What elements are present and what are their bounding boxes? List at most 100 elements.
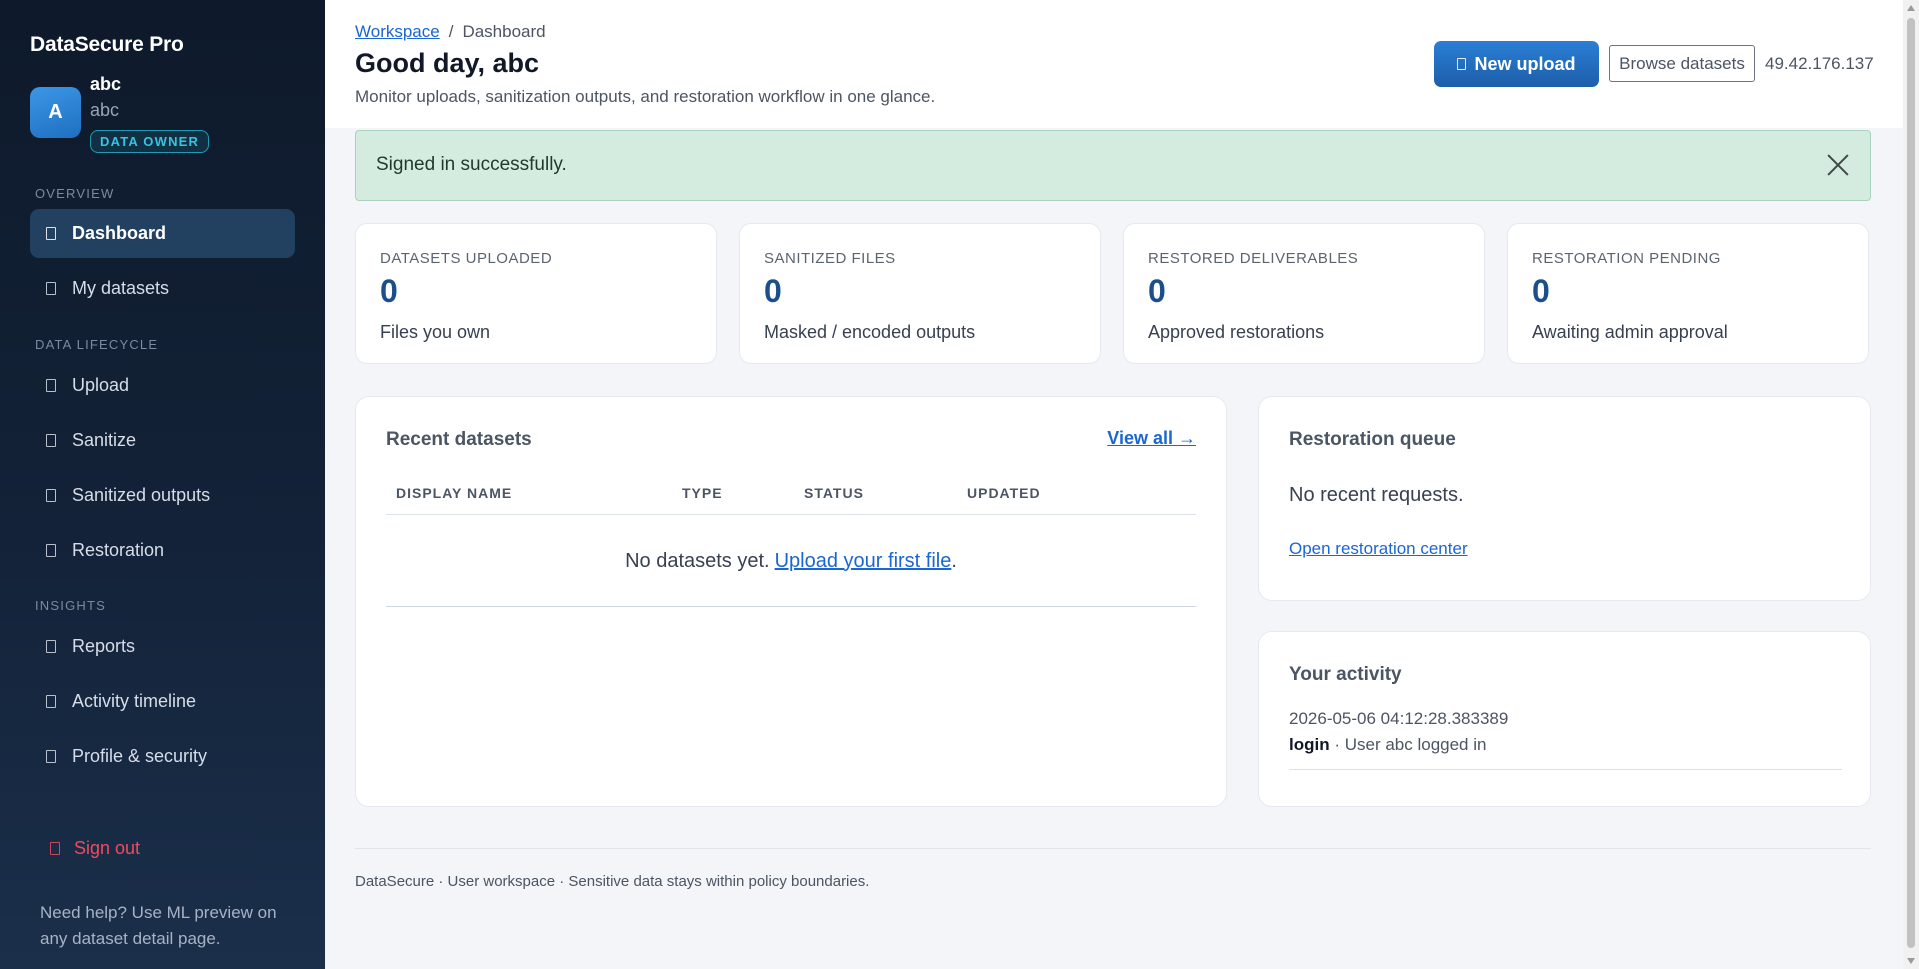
scrollbar-thumb[interactable] (1907, 18, 1915, 948)
signout-label: Sign out (74, 837, 141, 858)
sidebar-item-sanitized-outputs[interactable]: Sanitized outputs (30, 471, 295, 520)
reports-icon (46, 640, 56, 653)
column-header-display-name: DISPLAY NAME (396, 485, 513, 501)
stat-label: DATASETS UPLOADED (380, 250, 553, 267)
sidebar-item-label: Reports (72, 636, 136, 656)
sidebar-item-upload[interactable]: Upload (30, 361, 295, 410)
sidebar-item-label: Restoration (72, 540, 165, 560)
stat-desc: Masked / encoded outputs (764, 322, 976, 342)
sidebar-item-label: My datasets (72, 278, 170, 298)
activity-action: login (1289, 735, 1330, 754)
stat-label: SANITIZED FILES (764, 250, 896, 267)
sidebar-item-activity-timeline[interactable]: Activity timeline (30, 677, 295, 726)
open-restoration-center-link[interactable]: Open restoration center (1289, 539, 1468, 559)
stat-desc: Awaiting admin approval (1532, 322, 1728, 342)
footer-text: DataSecure · User workspace · Sensitive … (355, 873, 870, 890)
queue-empty-text: No recent requests. (1289, 484, 1464, 506)
main-content: Signed in successfully. DATASETS UPLOADE… (325, 128, 1903, 969)
panel-title: Restoration queue (1289, 429, 1456, 450)
user-name: abc (90, 74, 122, 94)
upload-first-file-link[interactable]: Upload your first file (775, 550, 952, 573)
activity-separator: · (1329, 735, 1345, 754)
column-header-type: TYPE (682, 485, 723, 501)
alert-message: Signed in successfully. (376, 154, 567, 175)
role-badge: DATA OWNER (90, 130, 210, 153)
panel-title: Your activity (1289, 664, 1402, 685)
avatar: A (30, 87, 81, 138)
user-card: A abc abc DATA OWNER (30, 72, 300, 153)
sidebar-item-label: Sanitize (72, 430, 137, 450)
brand-title: DataSecure Pro (30, 33, 184, 56)
sidebar-item-dashboard[interactable]: Dashboard (30, 209, 295, 258)
stat-label: RESTORED DELIVERABLES (1148, 250, 1359, 267)
new-upload-label: New upload (1474, 53, 1576, 74)
sidebar-item-label: Profile & security (72, 746, 208, 766)
breadcrumb: Workspace / Dashboard (355, 22, 546, 42)
sidebar-item-label: Sanitized outputs (72, 485, 211, 505)
table-header: DISPLAY NAME TYPE STATUS UPDATED (386, 485, 1196, 515)
stat-card-restoration-pending: RESTORATION PENDING 0 Awaiting admin app… (1507, 223, 1869, 364)
breadcrumb-separator: / (448, 22, 454, 41)
page-title: Good day, abc (355, 48, 540, 78)
close-icon[interactable] (1826, 153, 1850, 177)
restoration-queue-panel: Restoration queue No recent requests. Op… (1258, 396, 1871, 601)
panel-title: Recent datasets (386, 429, 532, 450)
activity-entry: login · User abc logged in (1289, 735, 1842, 770)
ip-address: 49.42.176.137 (1765, 54, 1874, 73)
dashboard-icon (46, 227, 56, 240)
stat-card-datasets-uploaded: DATASETS UPLOADED 0 Files you own (355, 223, 717, 364)
page-scrollbar[interactable] (1903, 0, 1919, 969)
column-header-status: STATUS (804, 485, 864, 501)
timeline-icon (46, 695, 56, 708)
sidebar-item-profile-security[interactable]: Profile & security (30, 732, 295, 781)
activity-timestamp: 2026-05-06 04:12:28.383389 (1289, 709, 1509, 728)
activity-panel: Your activity 2026-05-06 04:12:28.383389… (1258, 631, 1871, 807)
breadcrumb-link-workspace[interactable]: Workspace (355, 22, 440, 41)
datasets-icon (46, 282, 56, 295)
recent-datasets-panel: Recent datasets View all → DISPLAY NAME … (355, 396, 1227, 807)
sidebar-item-my-datasets[interactable]: My datasets (30, 264, 295, 313)
stat-desc: Approved restorations (1148, 322, 1325, 342)
stat-value: 0 (380, 273, 398, 309)
column-header-updated: UPDATED (967, 485, 1041, 501)
sidebar: DataSecure Pro A abc abc DATA OWNER OVER… (0, 0, 325, 969)
sidebar-item-label: Dashboard (72, 223, 167, 243)
empty-suffix: . (951, 549, 957, 572)
sidebar-item-label: Activity timeline (72, 691, 197, 711)
sidebar-item-sanitize[interactable]: Sanitize (30, 416, 295, 465)
view-all-link[interactable]: View all → (1107, 428, 1196, 449)
browse-datasets-button[interactable]: Browse datasets (1609, 45, 1755, 82)
nav-section-overview: OVERVIEW (35, 186, 115, 201)
stat-desc: Files you own (380, 322, 491, 342)
page-subtitle: Monitor uploads, sanitization outputs, a… (355, 87, 936, 106)
sidebar-item-label: Upload (72, 375, 130, 395)
scroll-down-icon[interactable] (1907, 958, 1915, 964)
empty-text: No datasets yet. (625, 549, 770, 572)
stat-label: RESTORATION PENDING (1532, 250, 1721, 267)
stat-value: 0 (764, 273, 782, 309)
sidebar-item-reports[interactable]: Reports (30, 622, 295, 671)
scroll-up-icon[interactable] (1907, 5, 1915, 11)
stat-card-sanitized-files: SANITIZED FILES 0 Masked / encoded outpu… (739, 223, 1101, 364)
activity-detail: User abc logged in (1344, 735, 1487, 754)
breadcrumb-current: Dashboard (462, 22, 546, 41)
sanitize-icon (46, 434, 56, 447)
new-upload-button[interactable]: New upload (1434, 41, 1599, 87)
stat-value: 0 (1148, 273, 1166, 309)
page-header: Workspace / Dashboard Good day, abc Monito… (325, 0, 1903, 128)
footer-divider (355, 848, 1871, 849)
user-handle: abc (90, 100, 120, 120)
upload-icon (1457, 58, 1467, 70)
signout-button[interactable]: Sign out (30, 830, 295, 866)
shield-icon (46, 750, 56, 763)
table-empty-row: No datasets yet. Upload your first file. (386, 516, 1196, 607)
signout-icon (50, 841, 60, 855)
outputs-icon (46, 489, 56, 502)
sidebar-item-restoration[interactable]: Restoration (30, 526, 295, 575)
nav-section-data-lifecycle: DATA LIFECYCLE (35, 337, 159, 352)
upload-icon (46, 379, 56, 392)
nav-section-insights: INSIGHTS (35, 598, 106, 613)
help-text: Need help? Use ML preview on any dataset… (40, 903, 277, 948)
restoration-icon (46, 544, 56, 557)
success-alert: Signed in successfully. (355, 130, 1871, 201)
